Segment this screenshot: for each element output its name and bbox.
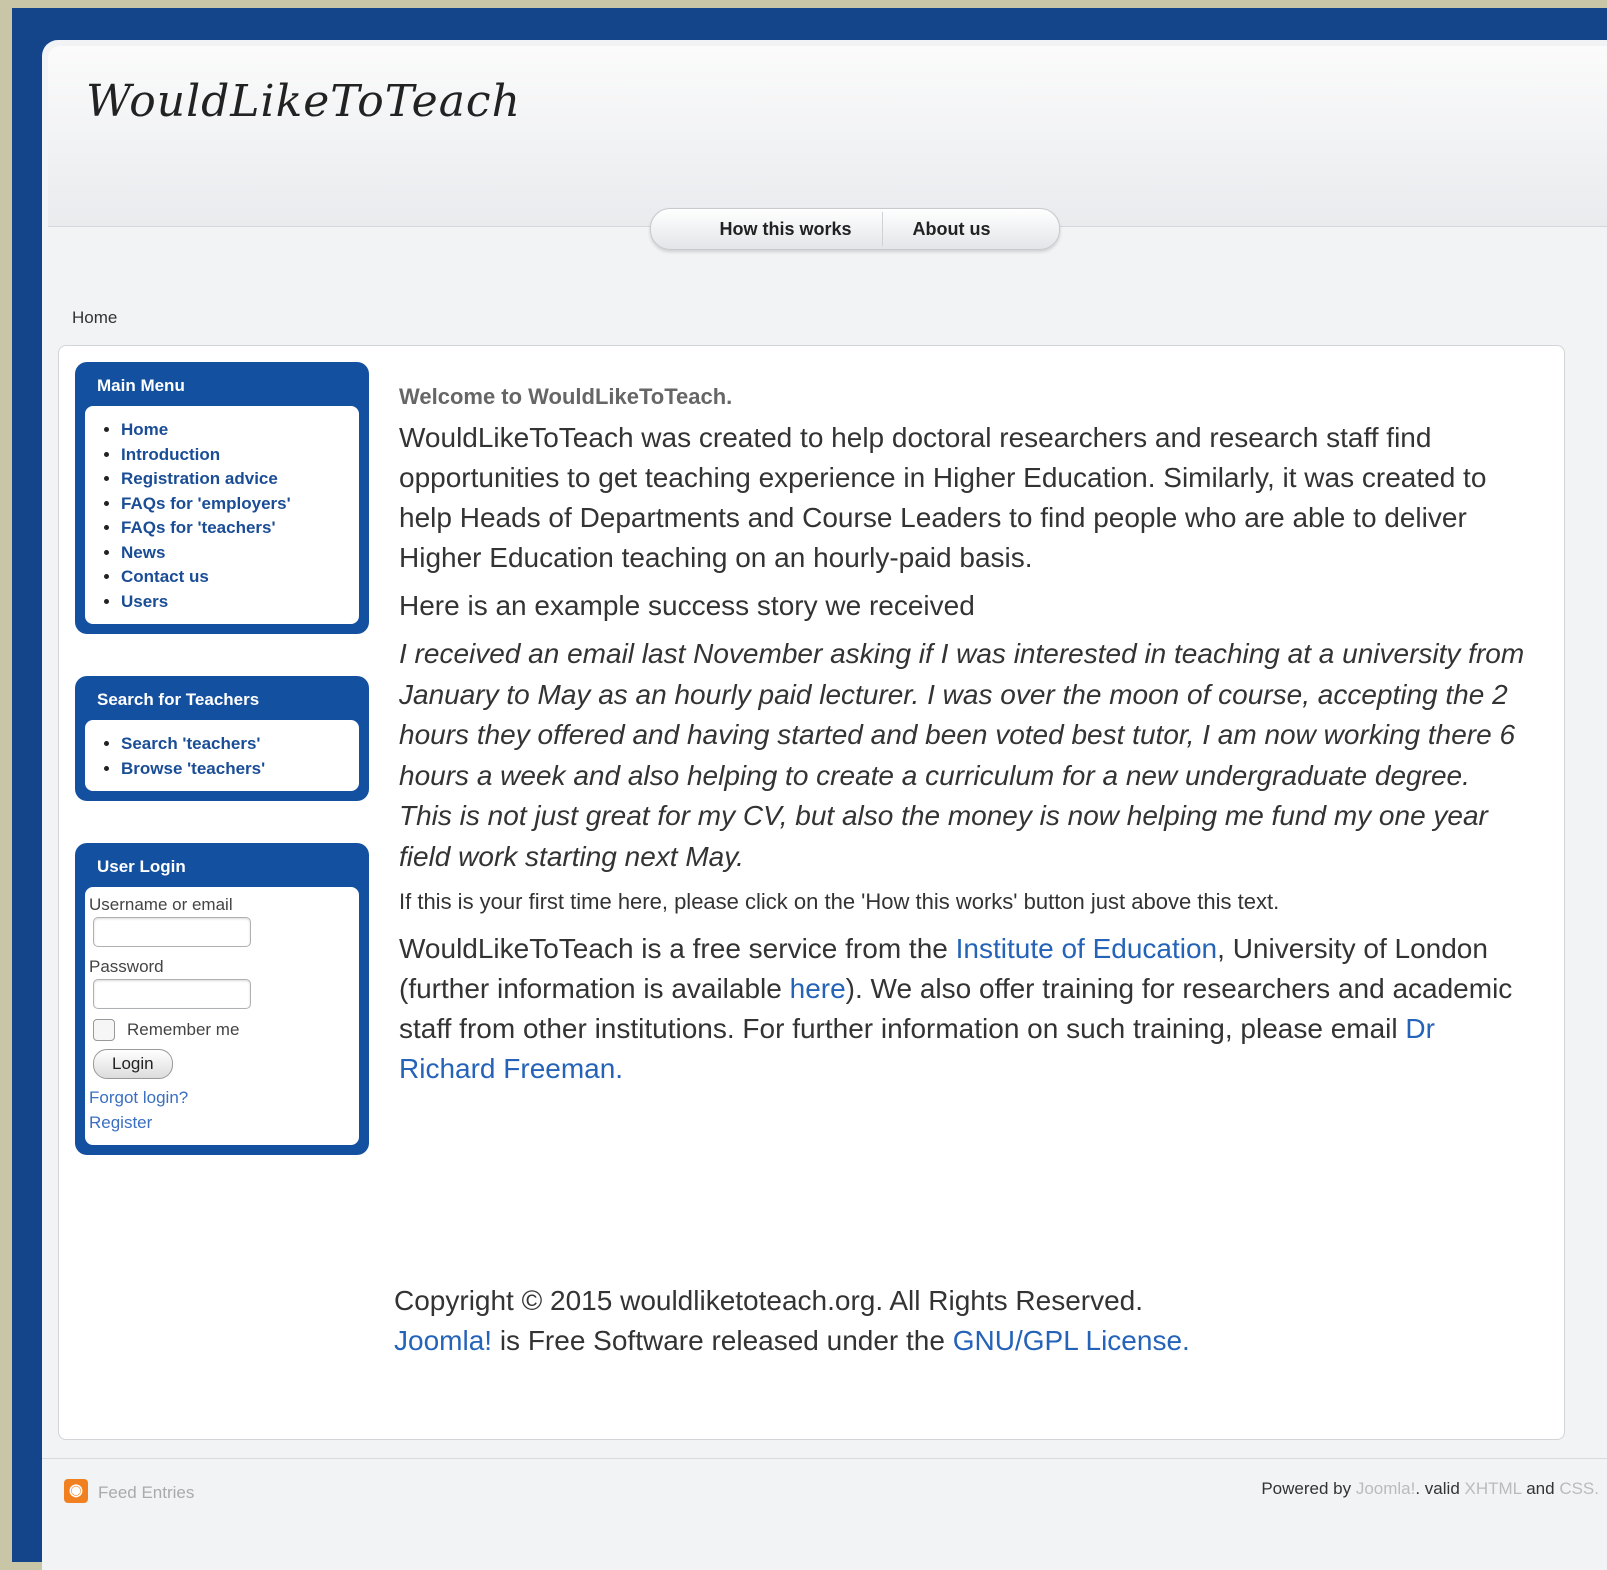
user-login-title: User Login	[97, 857, 186, 876]
page: WouldLikeToTeach How this works About us…	[42, 40, 1607, 1570]
outer-frame: WouldLikeToTeach How this works About us…	[12, 8, 1607, 1570]
gpl-license-link[interactable]: GNU/GPL License.	[953, 1325, 1190, 1356]
xhtml-link[interactable]: XHTML	[1465, 1479, 1522, 1498]
register-link[interactable]: Register	[89, 1110, 355, 1135]
css-link[interactable]: CSS.	[1559, 1479, 1599, 1498]
main-menu-title: Main Menu	[97, 376, 185, 395]
search-teachers-title: Search for Teachers	[97, 690, 260, 709]
here-link[interactable]: here	[790, 973, 846, 1004]
copyright-line: Copyright © 2015 wouldliketoteach.org. A…	[394, 1285, 1144, 1316]
article-heading: Welcome to WouldLikeToTeach.	[399, 384, 733, 409]
nav-about-us[interactable]: About us	[883, 209, 1021, 249]
menu-item-faqs-teachers[interactable]: FAQs for 'teachers'	[121, 516, 351, 541]
and-text: and	[1521, 1479, 1560, 1498]
main-menu-body: Home Introduction Registration advice FA…	[85, 406, 359, 624]
valid-text: . valid	[1415, 1479, 1465, 1498]
search-teachers-module: Search for Teachers Search 'teachers' Br…	[75, 676, 369, 801]
remember-me-row: Remember me	[93, 1019, 355, 1041]
main-menu-module: Main Menu Home Introduction Registration…	[75, 362, 369, 634]
joomla-link[interactable]: Joomla!	[394, 1325, 492, 1356]
menu-item-browse-teachers[interactable]: Browse 'teachers'	[121, 757, 351, 782]
menu-item-home[interactable]: Home	[121, 418, 351, 443]
main-menu-list: Home Introduction Registration advice FA…	[93, 418, 351, 614]
username-input[interactable]	[93, 917, 251, 947]
powered-by: Powered by Joomla!. valid XHTML and CSS.	[1261, 1479, 1599, 1499]
menu-item-search-teachers[interactable]: Search 'teachers'	[121, 732, 351, 757]
feed-entries-link[interactable]: Feed Entries	[98, 1483, 194, 1503]
remember-me-checkbox[interactable]	[93, 1019, 115, 1041]
username-label: Username or email	[89, 895, 233, 914]
institute-of-education-link[interactable]: Institute of Education	[956, 933, 1218, 964]
login-button[interactable]: Login	[93, 1049, 173, 1079]
search-teachers-list: Search 'teachers' Browse 'teachers'	[93, 732, 351, 781]
service-paragraph: WouldLikeToTeach is a free service from …	[399, 929, 1529, 1089]
powered-by-text: Powered by	[1261, 1479, 1356, 1498]
site-logo[interactable]: WouldLikeToTeach	[86, 76, 521, 127]
header: WouldLikeToTeach	[48, 46, 1607, 227]
story-intro: Here is an example success story we rece…	[399, 590, 975, 621]
copyright-block: Copyright © 2015 wouldliketoteach.org. A…	[394, 1281, 1190, 1361]
footer-joomla-link[interactable]: Joomla!	[1356, 1479, 1416, 1498]
menu-item-introduction[interactable]: Introduction	[121, 443, 351, 468]
top-navigation: How this works About us	[650, 208, 1060, 250]
content-area: Main Menu Home Introduction Registration…	[58, 345, 1565, 1440]
first-time-note: If this is your first time here, please …	[399, 889, 1280, 914]
menu-item-contact-us[interactable]: Contact us	[121, 565, 351, 590]
success-story-quote: I received an email last November asking…	[399, 638, 1525, 872]
user-login-form: Username or email Password Remember me L…	[85, 887, 359, 1145]
menu-item-users[interactable]: Users	[121, 590, 351, 615]
password-input[interactable]	[93, 979, 251, 1009]
menu-item-news[interactable]: News	[121, 541, 351, 566]
menu-item-registration-advice[interactable]: Registration advice	[121, 467, 351, 492]
license-line: Joomla! is Free Software released under …	[394, 1321, 1190, 1361]
password-label: Password	[89, 957, 164, 976]
service-text-1: WouldLikeToTeach is a free service from …	[399, 933, 956, 964]
search-teachers-body: Search 'teachers' Browse 'teachers'	[85, 720, 359, 791]
license-text: is Free Software released under the	[492, 1325, 953, 1356]
footer: ◉ Feed Entries Powered by Joomla!. valid…	[42, 1458, 1607, 1570]
remember-me-label: Remember me	[127, 1020, 240, 1039]
breadcrumb: Home	[72, 308, 118, 327]
rss-feed-icon[interactable]: ◉	[64, 1479, 88, 1503]
intro-paragraph: WouldLikeToTeach was created to help doc…	[399, 422, 1487, 573]
nav-how-this-works[interactable]: How this works	[689, 209, 881, 249]
user-login-module: User Login Username or email Password Re…	[75, 843, 369, 1155]
main-article: Welcome to WouldLikeToTeach. WouldLikeTo…	[399, 384, 1529, 1097]
forgot-login-link[interactable]: Forgot login?	[89, 1085, 355, 1110]
menu-item-faqs-employers[interactable]: FAQs for 'employers'	[121, 492, 351, 517]
